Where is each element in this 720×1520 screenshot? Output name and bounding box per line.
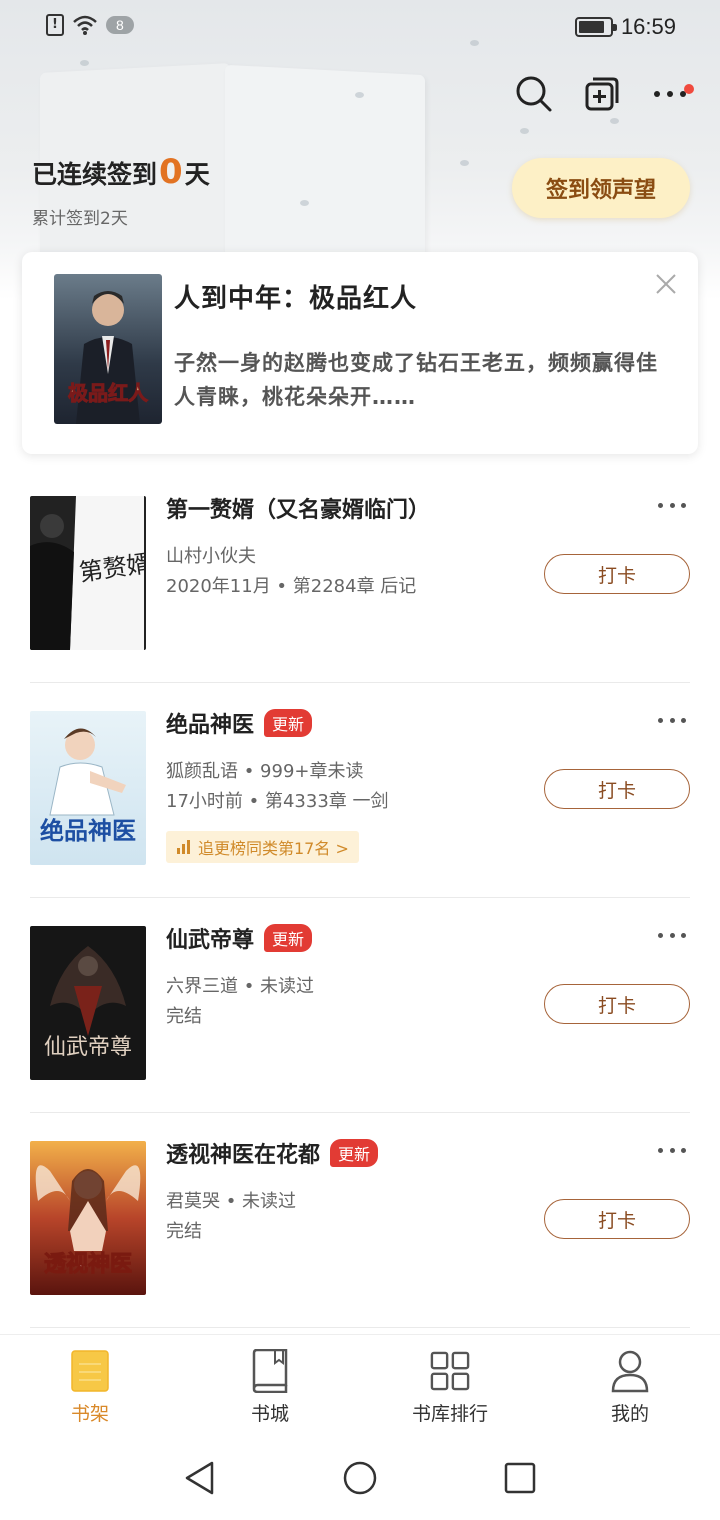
checkin-info: 已连续签到 0 天 累计签到2天 <box>32 152 210 229</box>
book-item[interactable]: 绝品神医 绝品神医 更新 狐颜乱语 • 999+章未读 17小时前 • 第433… <box>0 683 720 898</box>
bookshelf-icon <box>70 1349 110 1393</box>
search-icon[interactable] <box>514 74 554 114</box>
recommend-book-cover[interactable]: 极品红人 <box>54 274 162 424</box>
bottom-tab-bar: 书架 书城 书库排行 我的 <box>0 1334 720 1434</box>
update-badge: 更新 <box>330 1139 379 1167</box>
recents-icon[interactable] <box>502 1460 538 1496</box>
book-cover[interactable]: 第赘婿 <box>30 496 146 650</box>
tab-library-ranking[interactable]: 书库排行 <box>360 1335 540 1434</box>
book-item[interactable]: 透视神医 透视神医在花都 更新 君莫哭 • 未读过 完结 打卡 <box>0 1113 720 1328</box>
notification-count-badge: 8 <box>106 16 134 34</box>
book-progress: 17小时前 • 第4333章 一剑 <box>166 791 389 812</box>
notification-dot <box>684 84 694 94</box>
punch-card-button[interactable]: 打卡 <box>544 1199 690 1239</box>
book-more-icon[interactable] <box>658 930 686 940</box>
book-cover[interactable]: 仙武帝尊 <box>30 926 146 1080</box>
checkin-days: 0 <box>159 152 183 192</box>
tab-bookshelf[interactable]: 书架 <box>0 1335 180 1434</box>
tab-label: 我的 <box>610 1403 649 1425</box>
book-item[interactable]: 仙武帝尊 仙武帝尊 更新 六界三道 • 未读过 完结 打卡 <box>0 898 720 1113</box>
recommend-description: 子然一身的赵腾也变成了钻石王老五，频频赢得佳人青睐，桃花朵朵开…… <box>174 351 658 409</box>
book-cover-title: 透视神医 <box>44 1251 132 1277</box>
book-title[interactable]: 透视神医在花都 <box>166 1137 320 1169</box>
wifi-icon <box>73 15 97 35</box>
book-author: 君莫哭 • 未读过 <box>166 1191 297 1212</box>
book-author: 山村小伙夫 <box>166 546 256 567</box>
battery-icon <box>574 17 617 37</box>
tab-me[interactable]: 我的 <box>540 1335 720 1434</box>
tab-bookstore[interactable]: 书城 <box>180 1335 360 1434</box>
back-icon[interactable] <box>182 1460 218 1496</box>
checkin-button[interactable]: 签到领声望 <box>512 158 690 218</box>
tab-label: 书城 <box>250 1403 289 1425</box>
rank-chip[interactable]: 追更榜同类第17名 > <box>166 831 359 863</box>
book-author: 狐颜乱语 • 999+章未读 <box>166 761 364 782</box>
book-cover[interactable]: 透视神医 <box>30 1141 146 1295</box>
tab-label: 书库排行 <box>411 1403 488 1425</box>
book-title[interactable]: 第一赘婿（又名豪婿临门） <box>166 492 430 524</box>
recommend-title[interactable]: 人到中年：极品红人 <box>174 278 417 315</box>
book-item[interactable]: 第赘婿 第一赘婿（又名豪婿临门） 山村小伙夫 2020年11月 • 第2284章… <box>0 468 720 683</box>
bookshelf-list: 第赘婿 第一赘婿（又名豪婿临门） 山村小伙夫 2020年11月 • 第2284章… <box>0 468 720 1328</box>
system-navigation-bar <box>0 1434 720 1520</box>
alert-icon: ! <box>46 14 64 36</box>
punch-card-button[interactable]: 打卡 <box>544 554 690 594</box>
book-author: 六界三道 • 未读过 <box>166 976 315 997</box>
book-more-icon[interactable] <box>658 500 686 510</box>
grid-icon <box>430 1349 470 1393</box>
book-more-icon[interactable] <box>658 1145 686 1155</box>
book-icon <box>250 1349 290 1393</box>
book-cover-title: 仙武帝尊 <box>44 1035 132 1060</box>
punch-card-button[interactable]: 打卡 <box>544 984 690 1024</box>
recommend-cover-title: 极品红人 <box>68 381 149 405</box>
status-bar: ! 8 16:59 <box>0 0 720 56</box>
book-status: 完结 <box>166 1006 202 1027</box>
checkin-total: 累计签到2天 <box>32 209 128 229</box>
book-title[interactable]: 绝品神医 <box>166 707 254 739</box>
user-icon <box>610 1349 650 1393</box>
book-status: 完结 <box>166 1221 202 1242</box>
bar-chart-icon <box>177 840 190 854</box>
divider <box>30 1327 690 1328</box>
status-time: 16:59 <box>620 14 676 39</box>
more-icon[interactable] <box>650 74 694 114</box>
punch-card-button[interactable]: 打卡 <box>544 769 690 809</box>
close-icon[interactable] <box>654 272 678 296</box>
book-progress: 2020年11月 • 第2284章 后记 <box>166 576 417 597</box>
book-title[interactable]: 仙武帝尊 <box>166 922 254 954</box>
book-cover[interactable]: 绝品神医 <box>30 711 146 865</box>
update-badge: 更新 <box>264 924 313 952</box>
update-badge: 更新 <box>264 709 313 737</box>
book-more-icon[interactable] <box>658 715 686 725</box>
add-to-shelf-icon[interactable] <box>582 74 622 114</box>
checkin-streak: 已连续签到 0 天 <box>32 152 210 192</box>
book-cover-title: 绝品神医 <box>40 817 136 845</box>
recommend-card[interactable]: 极品红人 人到中年：极品红人 子然一身的赵腾也变成了钻石王老五，频频赢得佳人青睐… <box>22 252 698 454</box>
open-book-illustration-right <box>225 64 425 276</box>
home-icon[interactable] <box>342 1460 378 1496</box>
rank-label: 追更榜同类第17名 > <box>198 839 349 858</box>
top-actions <box>514 74 694 114</box>
tab-label: 书架 <box>70 1403 109 1425</box>
